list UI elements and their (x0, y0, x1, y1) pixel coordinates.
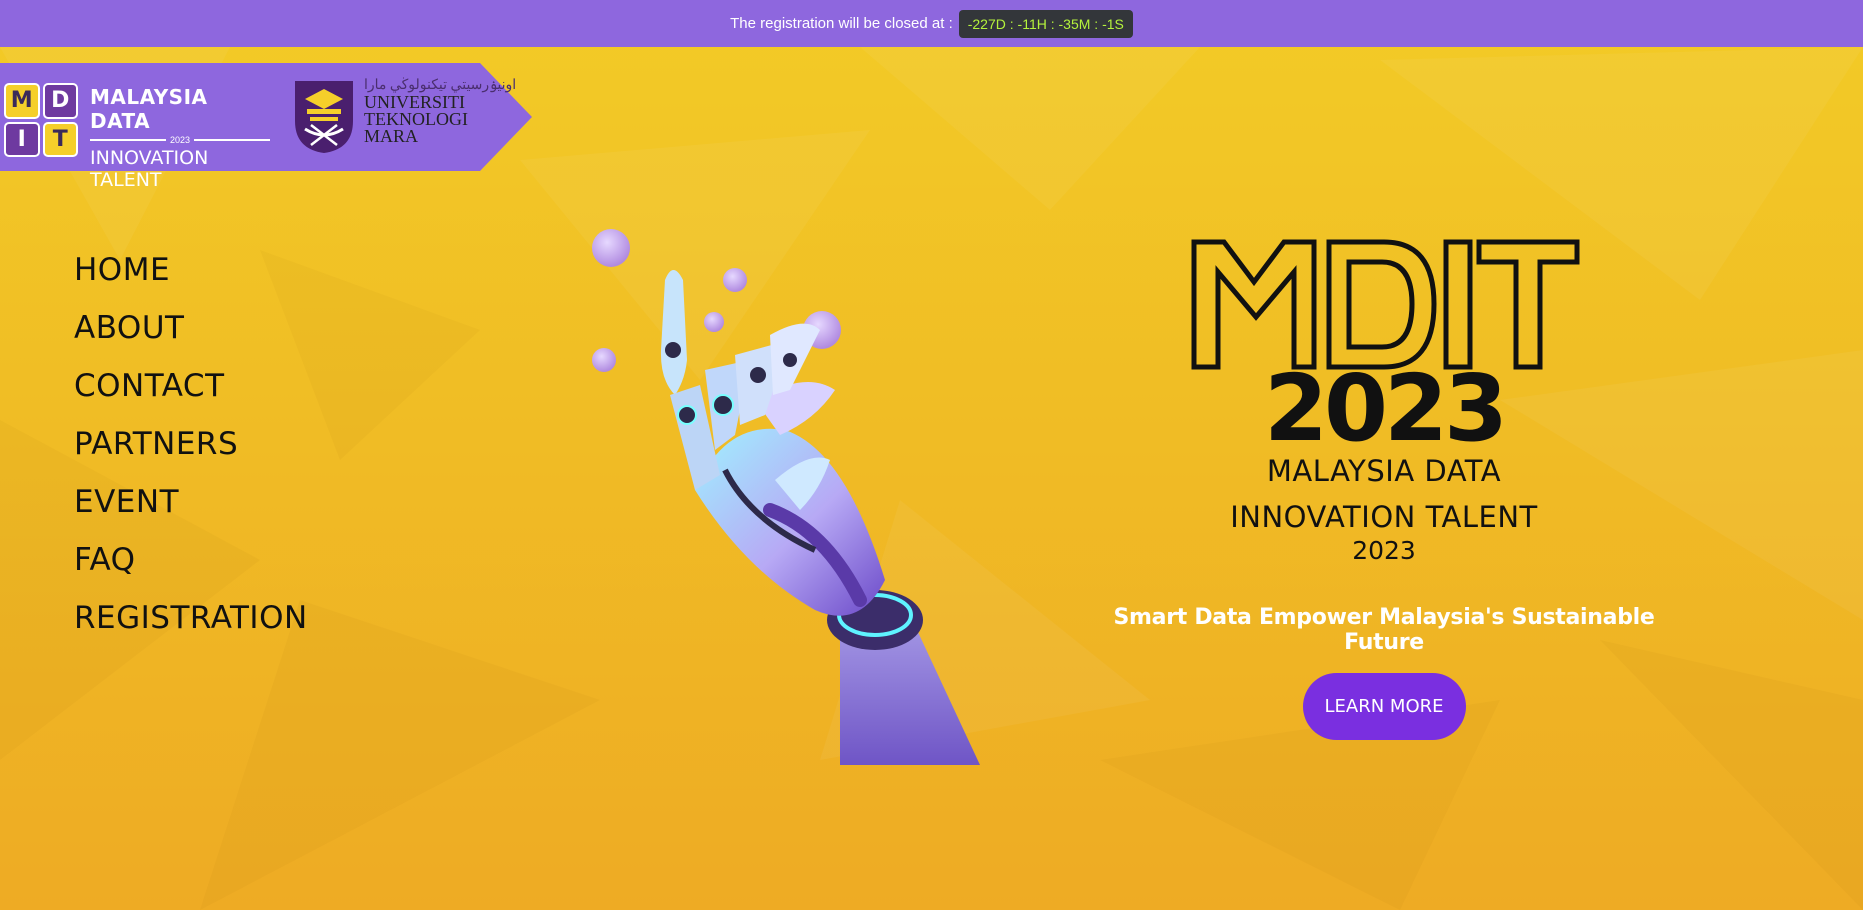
mdit-year-logo: 2023 (1264, 366, 1508, 448)
nav-about[interactable]: ABOUT (74, 308, 308, 349)
tile-t: T (42, 121, 78, 157)
logo-year: 2023 (169, 135, 191, 145)
uitm-logo-text: اونيۏرسيتي تيكنولوڬي مارا UNIVERSITI TEK… (364, 77, 516, 145)
nav-partners[interactable]: PARTNERS (74, 424, 308, 465)
hero-tagline: Smart Data Empower Malaysia's Sustainabl… (1113, 605, 1655, 655)
countdown-timer: -227D : -11H : -35M : -1S (958, 9, 1133, 38)
hero-section: 2023 MALAYSIA DATA INNOVATION TALENT 202… (1100, 232, 1668, 740)
hero-subtitle-2: INNOVATION TALENT (1230, 500, 1538, 534)
learn-more-button[interactable]: LEARN MORE (1302, 673, 1466, 740)
hero-subtitle-1: MALAYSIA DATA (1266, 454, 1502, 488)
robot-hand-illustration (592, 229, 980, 765)
nav-contact[interactable]: CONTACT (74, 366, 308, 407)
registration-message: The registration will be closed at : (730, 15, 953, 32)
nav-event[interactable]: EVENT (74, 482, 308, 523)
mdit-outline-logo (1191, 239, 1580, 370)
mdit-logo-tiles: M D I T (4, 83, 78, 157)
logo-line1: MALAYSIA DATA (90, 85, 208, 133)
nav-faq[interactable]: FAQ (74, 540, 308, 581)
uitm-line3: MARA (364, 126, 419, 146)
mdit-logo-text: MALAYSIA DATA 2023 INNOVATION TALENT (90, 85, 270, 191)
main-nav: HOME ABOUT CONTACT PARTNERS EVENT FAQ RE… (74, 250, 308, 639)
uitm-crest-icon (295, 81, 353, 153)
nav-registration[interactable]: REGISTRATION (74, 598, 308, 639)
logo-line2: INNOVATION TALENT (90, 147, 209, 191)
tile-i: I (4, 121, 40, 157)
tile-d: D (42, 83, 78, 119)
logo-ribbon[interactable]: M D I T MALAYSIA DATA 2023 INNOVATION TA… (0, 63, 532, 191)
registration-banner: The registration will be closed at : -22… (0, 0, 1863, 47)
hero-logo-year: 2023 (1264, 366, 1504, 448)
hero-subtitle-3: 2023 (1352, 536, 1416, 565)
tile-m: M (4, 83, 40, 119)
nav-home[interactable]: HOME (74, 250, 308, 291)
